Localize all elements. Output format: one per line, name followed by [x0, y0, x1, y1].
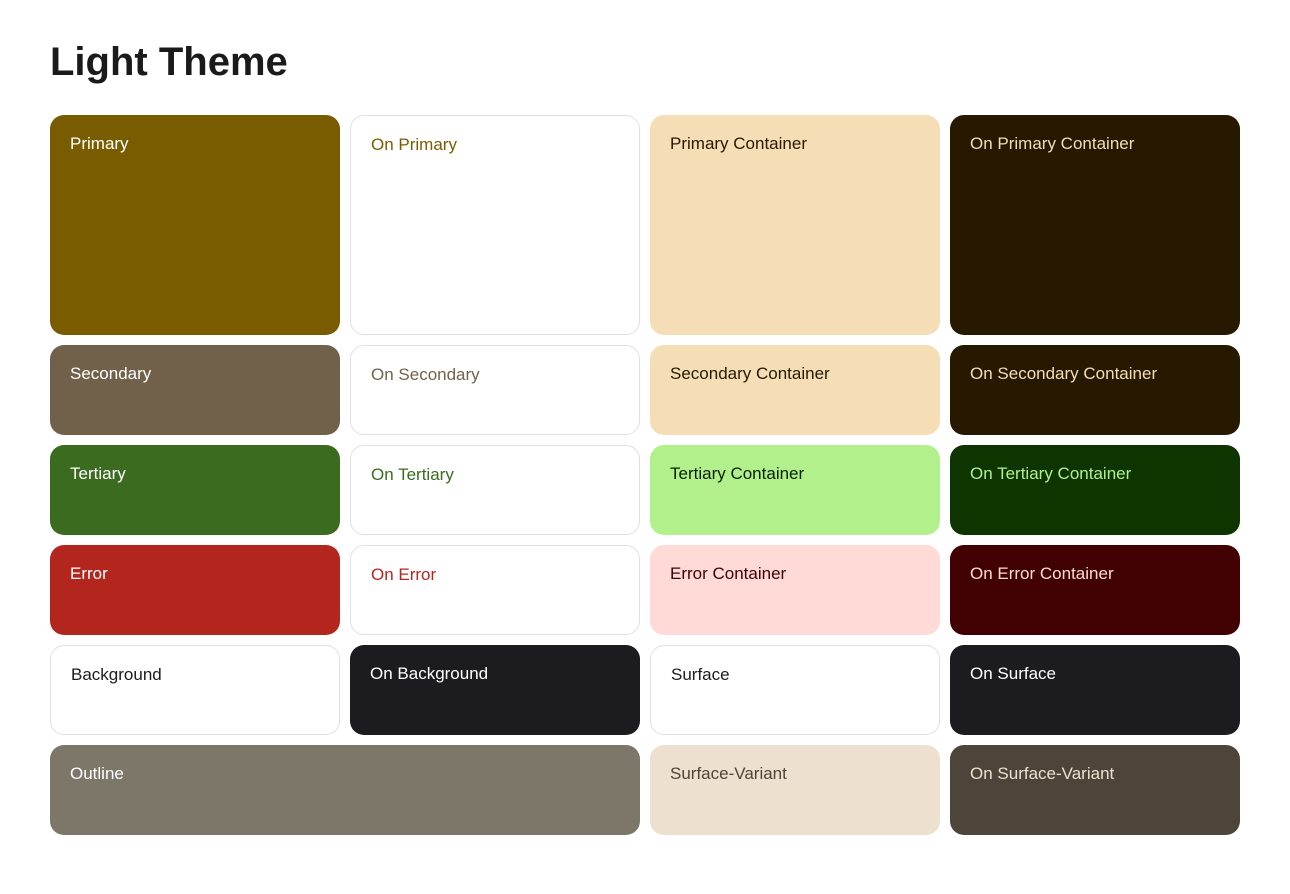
- color-cell-5-0: Outline: [50, 745, 640, 835]
- color-cell-3-2: Error Container: [650, 545, 940, 635]
- color-cell-label-2-3: On Tertiary Container: [970, 463, 1131, 485]
- color-cell-5-2: On Surface-Variant: [950, 745, 1240, 835]
- color-cell-label-4-2: Surface: [671, 664, 730, 686]
- color-cell-label-0-1: On Primary: [371, 134, 457, 156]
- color-cell-label-1-1: On Secondary: [371, 364, 480, 386]
- color-cell-0-0: Primary: [50, 115, 340, 335]
- color-grid: Primary On Primary Primary Container On Pri…: [50, 115, 1240, 835]
- color-cell-label-5-1: Surface-Variant: [670, 763, 787, 785]
- color-cell-4-1: On Background: [350, 645, 640, 735]
- color-cell-1-1: On Secondary: [350, 345, 640, 435]
- color-cell-label-4-3: On Surface: [970, 663, 1056, 685]
- color-cell-label-0-0: Primary: [70, 133, 129, 155]
- color-cell-0-3: On Primary Container: [950, 115, 1240, 335]
- color-cell-label-2-1: On Tertiary: [371, 464, 454, 486]
- color-cell-2-2: Tertiary Container: [650, 445, 940, 535]
- color-cell-2-3: On Tertiary Container: [950, 445, 1240, 535]
- color-cell-label-3-1: On Error: [371, 564, 436, 586]
- color-cell-label-3-2: Error Container: [670, 563, 786, 585]
- color-cell-1-0: Secondary: [50, 345, 340, 435]
- color-cell-4-3: On Surface: [950, 645, 1240, 735]
- color-cell-0-2: Primary Container: [650, 115, 940, 335]
- color-cell-1-3: On Secondary Container: [950, 345, 1240, 435]
- color-cell-label-2-0: Tertiary: [70, 463, 126, 485]
- color-cell-4-0: Background: [50, 645, 340, 735]
- color-cell-label-4-1: On Background: [370, 663, 488, 685]
- color-cell-3-0: Error: [50, 545, 340, 635]
- color-cell-label-3-0: Error: [70, 563, 108, 585]
- color-cell-label-1-0: Secondary: [70, 363, 151, 385]
- color-cell-2-0: Tertiary: [50, 445, 340, 535]
- color-cell-1-2: Secondary Container: [650, 345, 940, 435]
- color-cell-label-3-3: On Error Container: [970, 563, 1114, 585]
- color-cell-0-1: On Primary: [350, 115, 640, 335]
- color-cell-label-5-0: Outline: [70, 763, 124, 785]
- color-cell-label-5-2: On Surface-Variant: [970, 763, 1114, 785]
- color-cell-label-0-2: Primary Container: [670, 133, 807, 155]
- color-cell-label-4-0: Background: [71, 664, 162, 686]
- page-title: Light Theme: [50, 40, 1240, 85]
- color-cell-4-2: Surface: [650, 645, 940, 735]
- color-cell-3-1: On Error: [350, 545, 640, 635]
- color-cell-label-1-2: Secondary Container: [670, 363, 830, 385]
- color-cell-2-1: On Tertiary: [350, 445, 640, 535]
- color-cell-3-3: On Error Container: [950, 545, 1240, 635]
- color-cell-label-2-2: Tertiary Container: [670, 463, 804, 485]
- color-cell-label-1-3: On Secondary Container: [970, 363, 1157, 385]
- color-cell-5-1: Surface-Variant: [650, 745, 940, 835]
- color-cell-label-0-3: On Primary Container: [970, 133, 1134, 155]
